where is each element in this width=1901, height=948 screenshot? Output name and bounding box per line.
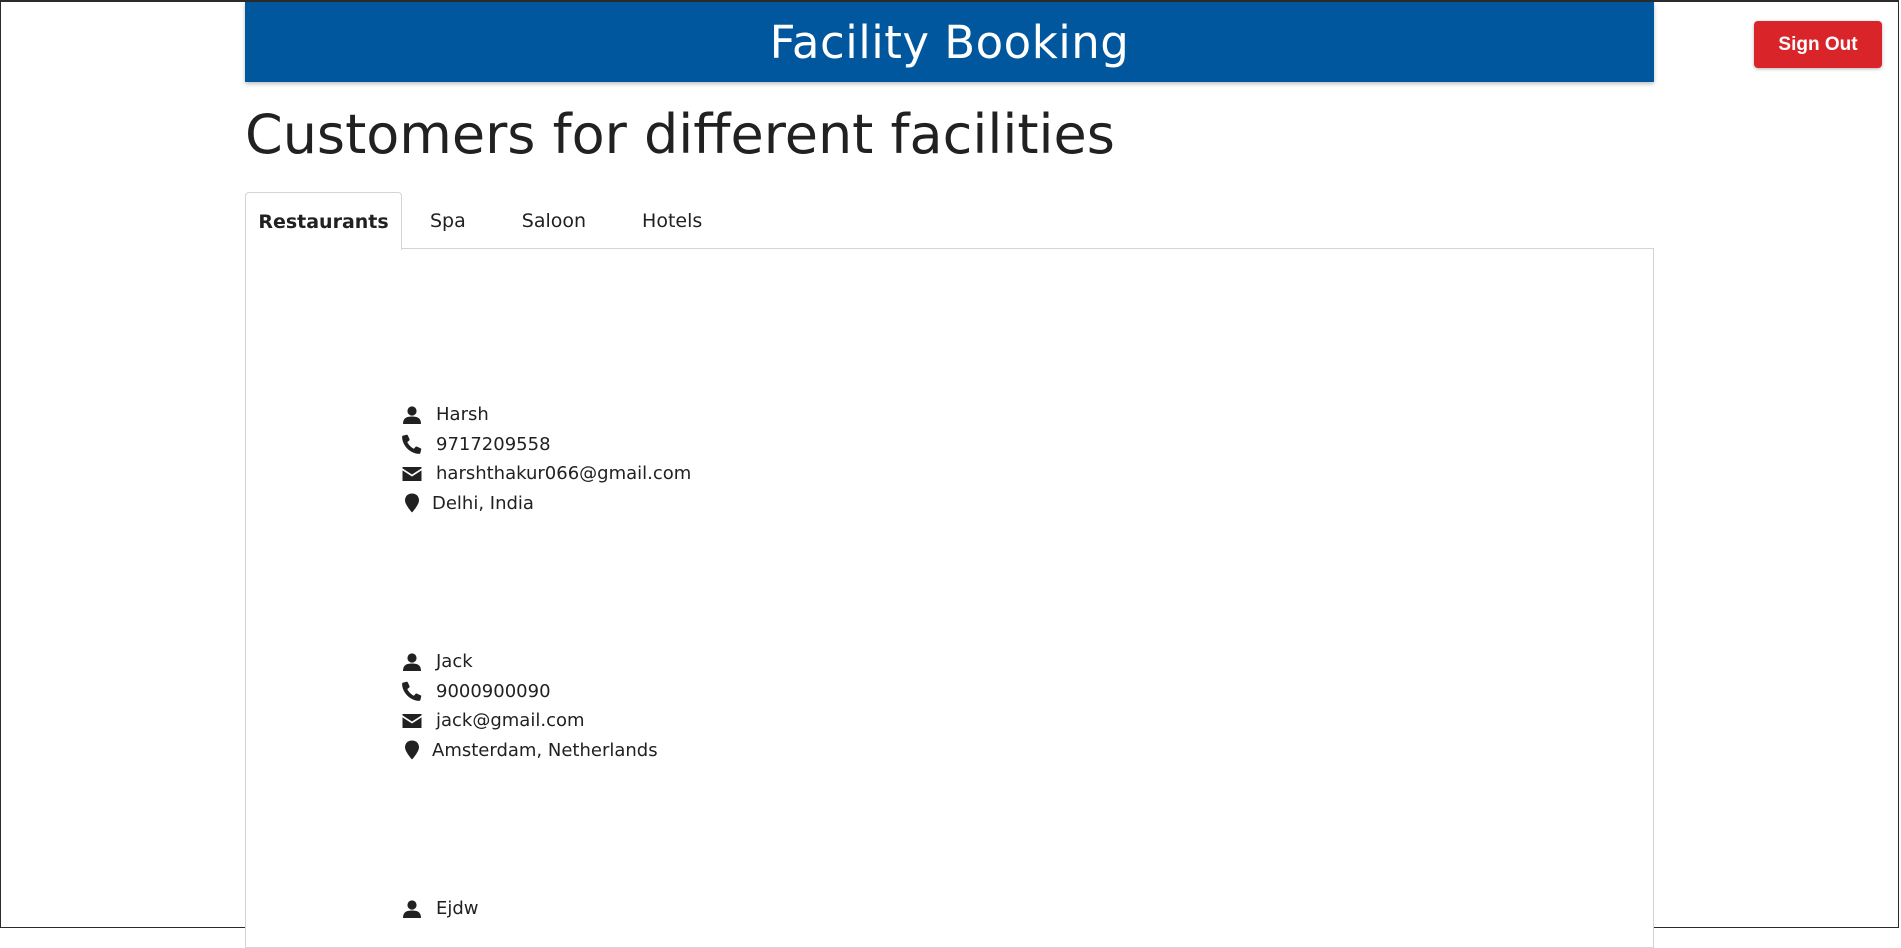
customer-name-row: Ejdw <box>402 894 479 924</box>
sign-out-button[interactable]: Sign Out <box>1754 21 1882 68</box>
customer-email-row: jack@gmail.com <box>402 706 658 736</box>
customer-phone: 9717209558 <box>436 433 551 455</box>
customer-location: Amsterdam, Netherlands <box>432 739 658 761</box>
customer-location-row: Amsterdam, Netherlands <box>402 736 658 766</box>
user-icon <box>402 405 422 425</box>
map-marker-icon <box>402 740 422 760</box>
customer-location-row: Delhi, India <box>402 489 691 519</box>
customer-card: Ejdw <box>402 894 479 924</box>
tab-hotels[interactable]: Hotels <box>614 192 730 249</box>
customer-name: Jack <box>436 651 473 673</box>
customer-location: Delhi, India <box>432 492 534 514</box>
page-title: Customers for different facilities <box>245 103 1115 166</box>
customer-name: Ejdw <box>436 898 479 920</box>
customer-phone: 9000900090 <box>436 680 551 702</box>
customer-name: Harsh <box>436 404 489 426</box>
envelope-icon <box>402 711 422 731</box>
tab-panel-restaurants <box>245 248 1654 948</box>
envelope-icon <box>402 464 422 484</box>
customer-card: Harsh 9717209558 harshthakur066@gmail.co… <box>402 400 691 518</box>
app-header: Facility Booking <box>245 2 1654 82</box>
user-icon <box>402 899 422 919</box>
customer-phone-row: 9717209558 <box>402 430 691 460</box>
customer-email: jack@gmail.com <box>436 710 585 732</box>
customer-email: harshthakur066@gmail.com <box>436 463 692 485</box>
user-icon <box>402 652 422 672</box>
map-marker-icon <box>402 493 422 513</box>
customer-card: Jack 9000900090 jack@gmail.com Amsterdam… <box>402 647 658 765</box>
customer-name-row: Harsh <box>402 400 691 430</box>
customer-email-row: harshthakur066@gmail.com <box>402 459 691 489</box>
tab-saloon[interactable]: Saloon <box>494 192 614 249</box>
customer-name-row: Jack <box>402 647 658 677</box>
facility-tabs: Restaurants Spa Saloon Hotels <box>245 192 730 250</box>
tab-spa[interactable]: Spa <box>402 192 494 249</box>
phone-icon <box>402 434 422 455</box>
phone-icon <box>402 681 422 702</box>
tab-restaurants[interactable]: Restaurants <box>245 192 402 250</box>
app-title: Facility Booking <box>769 15 1130 69</box>
customer-phone-row: 9000900090 <box>402 677 658 707</box>
